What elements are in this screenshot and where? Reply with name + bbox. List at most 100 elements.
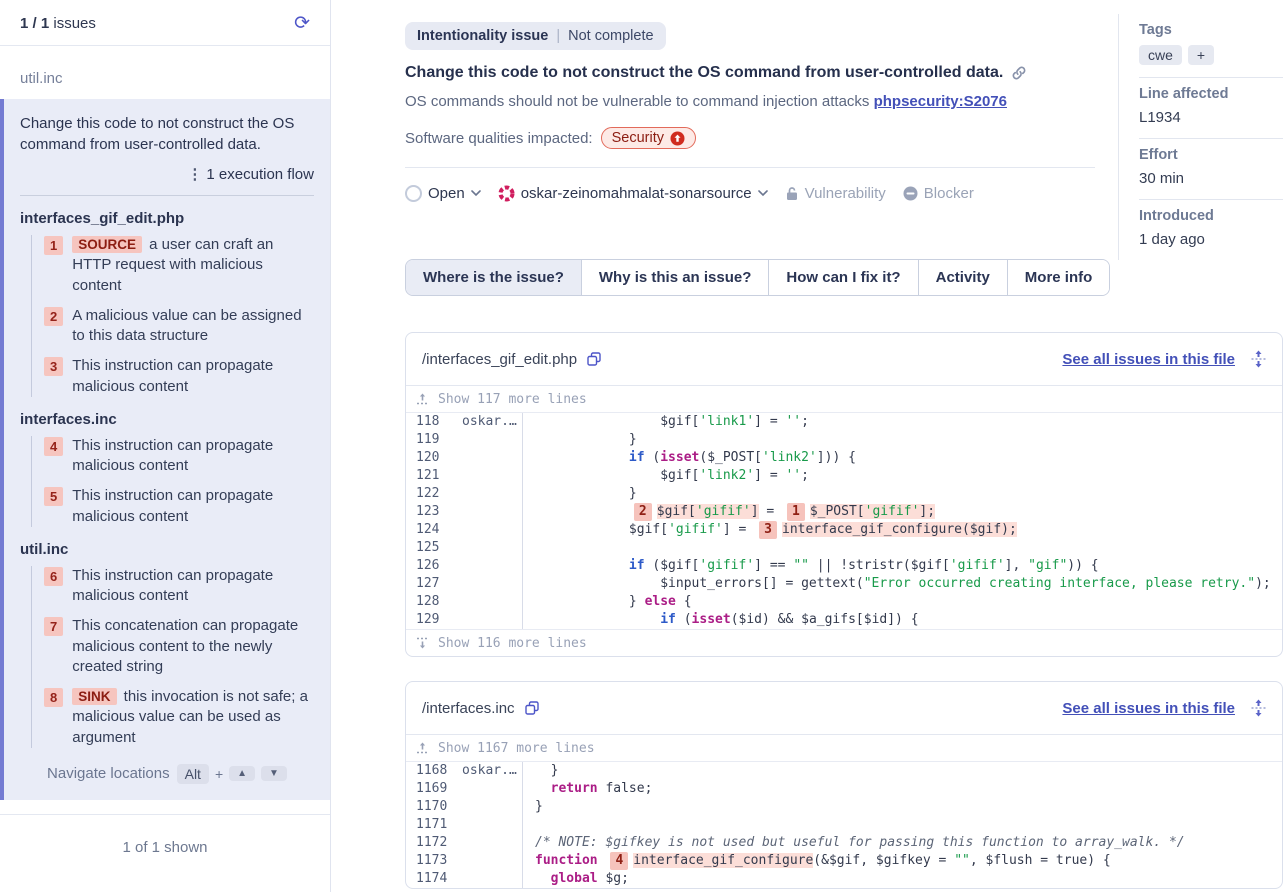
- code-panels: /interfaces_gif_edit.phpSee all issues i…: [405, 332, 1283, 889]
- code-panel: /interfaces_gif_edit.phpSee all issues i…: [405, 332, 1283, 657]
- show-more-lines-bottom-button[interactable]: Show 116 more lines: [406, 629, 1282, 656]
- author-annotation[interactable]: [462, 575, 522, 593]
- nav-up-button[interactable]: ▲: [229, 766, 255, 781]
- author-annotation[interactable]: [462, 557, 522, 575]
- expand-icon[interactable]: [1251, 350, 1266, 368]
- show-more-lines-top-button[interactable]: Show 1167 more lines: [406, 735, 1282, 762]
- security-quality-badge[interactable]: Security: [601, 127, 696, 149]
- shown-count: 1 of 1 shown: [0, 814, 330, 880]
- show-more-label: Show 1167 more lines: [438, 741, 595, 756]
- flow-step[interactable]: 7This concatenation can propagate malici…: [44, 616, 314, 677]
- author-annotation[interactable]: [462, 467, 522, 485]
- author-annotation[interactable]: [462, 431, 522, 449]
- author-annotation[interactable]: [462, 816, 522, 834]
- flow-step[interactable]: 5This instruction can propagate maliciou…: [44, 486, 314, 527]
- author-annotation[interactable]: [462, 798, 522, 816]
- line-number[interactable]: 1170: [406, 798, 462, 816]
- flow-step[interactable]: 3This instruction can propagate maliciou…: [44, 356, 314, 397]
- assignee-select[interactable]: oskar-zeinomahmalat-sonarsource: [498, 185, 768, 202]
- expand-icon[interactable]: [1251, 699, 1266, 717]
- execution-flow-label[interactable]: 1 execution flow: [206, 166, 314, 183]
- tab-how-can-i-fix-it[interactable]: How can I fix it?: [769, 260, 918, 295]
- flow-location-badge[interactable]: 2: [634, 503, 652, 521]
- flow-location-badge[interactable]: 1: [787, 503, 805, 521]
- code-line: 126 if ($gif['gifif'] == "" || !stristr(…: [406, 557, 1282, 575]
- line-number[interactable]: 123: [406, 503, 462, 521]
- tab-why-is-this-an-issue[interactable]: Why is this an issue?: [582, 260, 770, 295]
- author-annotation[interactable]: [462, 485, 522, 503]
- author-annotation[interactable]: [462, 780, 522, 798]
- flow-location-badge[interactable]: 4: [610, 852, 628, 870]
- selected-issue-card[interactable]: Change this code to not construct the OS…: [0, 99, 330, 800]
- flow-step[interactable]: 8SINK this invocation is not safe; a mal…: [44, 687, 314, 748]
- tab-where-is-the-issue[interactable]: Where is the issue?: [406, 260, 582, 295]
- status-select[interactable]: Open: [405, 185, 481, 202]
- author-annotation[interactable]: [462, 449, 522, 467]
- file-path: /interfaces.inc: [422, 700, 515, 717]
- see-all-issues-link[interactable]: See all issues in this file: [1062, 700, 1235, 717]
- flow-location-badge[interactable]: 3: [759, 521, 777, 539]
- flow-step[interactable]: 6This instruction can propagate maliciou…: [44, 566, 314, 607]
- line-number[interactable]: 1172: [406, 834, 462, 852]
- step-text: SINK this invocation is not safe; a mali…: [72, 687, 314, 748]
- add-tag-button[interactable]: +: [1188, 45, 1214, 65]
- code-line: 1172/* NOTE: $gifkey is not used but use…: [406, 834, 1282, 852]
- author-annotation[interactable]: [462, 834, 522, 852]
- flow-step[interactable]: 2A malicious value can be assigned to th…: [44, 306, 314, 347]
- tag-pill-cwe[interactable]: cwe: [1139, 45, 1182, 65]
- highlighted-code: interface_gif_configure($gif);: [782, 522, 1017, 537]
- copy-icon[interactable]: [587, 352, 601, 366]
- line-number[interactable]: 1174: [406, 870, 462, 888]
- step-text: This instruction can propagate malicious…: [72, 436, 314, 477]
- copy-icon[interactable]: [525, 701, 539, 715]
- flow-step[interactable]: 1SOURCE a user can craft an HTTP request…: [44, 235, 314, 296]
- flow-step[interactable]: 4This instruction can propagate maliciou…: [44, 436, 314, 477]
- author-annotation[interactable]: [462, 870, 522, 888]
- line-number[interactable]: 127: [406, 575, 462, 593]
- line-number[interactable]: 126: [406, 557, 462, 575]
- author-annotation[interactable]: [462, 852, 522, 870]
- line-number[interactable]: 122: [406, 485, 462, 503]
- author-annotation[interactable]: [462, 611, 522, 629]
- author-annotation[interactable]: [462, 593, 522, 611]
- issue-message[interactable]: Change this code to not construct the OS…: [20, 113, 314, 155]
- issues-count-number: 1 / 1: [20, 15, 49, 32]
- code-line: 1169 return false;: [406, 780, 1282, 798]
- line-number[interactable]: 1168: [406, 762, 462, 780]
- line-number[interactable]: 1173: [406, 852, 462, 870]
- author-annotation[interactable]: [462, 539, 522, 557]
- see-all-issues-link[interactable]: See all issues in this file: [1062, 351, 1235, 368]
- rule-link[interactable]: phpsecurity:S2076: [874, 93, 1007, 110]
- nav-down-button[interactable]: ▼: [261, 766, 287, 781]
- refresh-icon[interactable]: ⟳: [294, 14, 310, 33]
- code-line: 128 } else {: [406, 593, 1282, 611]
- effort-section: Effort 30 min: [1139, 139, 1283, 200]
- author-annotation[interactable]: oskar.…: [462, 762, 522, 780]
- flow-group: interfaces.inc4This instruction can prop…: [20, 411, 314, 527]
- code-content: $gif['link2'] = '';: [522, 467, 1282, 485]
- line-number[interactable]: 119: [406, 431, 462, 449]
- line-number[interactable]: 118: [406, 413, 462, 431]
- author-annotation[interactable]: [462, 503, 522, 521]
- step-text: SOURCE a user can craft an HTTP request …: [72, 235, 314, 296]
- tab-more-info[interactable]: More info: [1008, 260, 1110, 295]
- kebab-menu-icon[interactable]: ⋮: [187, 165, 202, 183]
- line-number[interactable]: 128: [406, 593, 462, 611]
- line-number[interactable]: 120: [406, 449, 462, 467]
- author-annotation[interactable]: [462, 521, 522, 539]
- author-annotation[interactable]: oskar.…: [462, 413, 522, 431]
- code-line: 1170}: [406, 798, 1282, 816]
- show-more-lines-top-button[interactable]: Show 117 more lines: [406, 386, 1282, 413]
- line-number[interactable]: 1171: [406, 816, 462, 834]
- code-content: if ($gif['gifif'] == "" || !stristr($gif…: [522, 557, 1282, 575]
- tab-activity[interactable]: Activity: [919, 260, 1008, 295]
- flow-steps: 1SOURCE a user can craft an HTTP request…: [31, 235, 314, 397]
- line-number[interactable]: 124: [406, 521, 462, 539]
- effort-value: 30 min: [1139, 170, 1283, 187]
- line-number[interactable]: 125: [406, 539, 462, 557]
- permalink-icon[interactable]: [1011, 65, 1027, 81]
- line-number[interactable]: 121: [406, 467, 462, 485]
- line-number[interactable]: 129: [406, 611, 462, 629]
- step-text: This instruction can propagate malicious…: [72, 486, 314, 527]
- line-number[interactable]: 1169: [406, 780, 462, 798]
